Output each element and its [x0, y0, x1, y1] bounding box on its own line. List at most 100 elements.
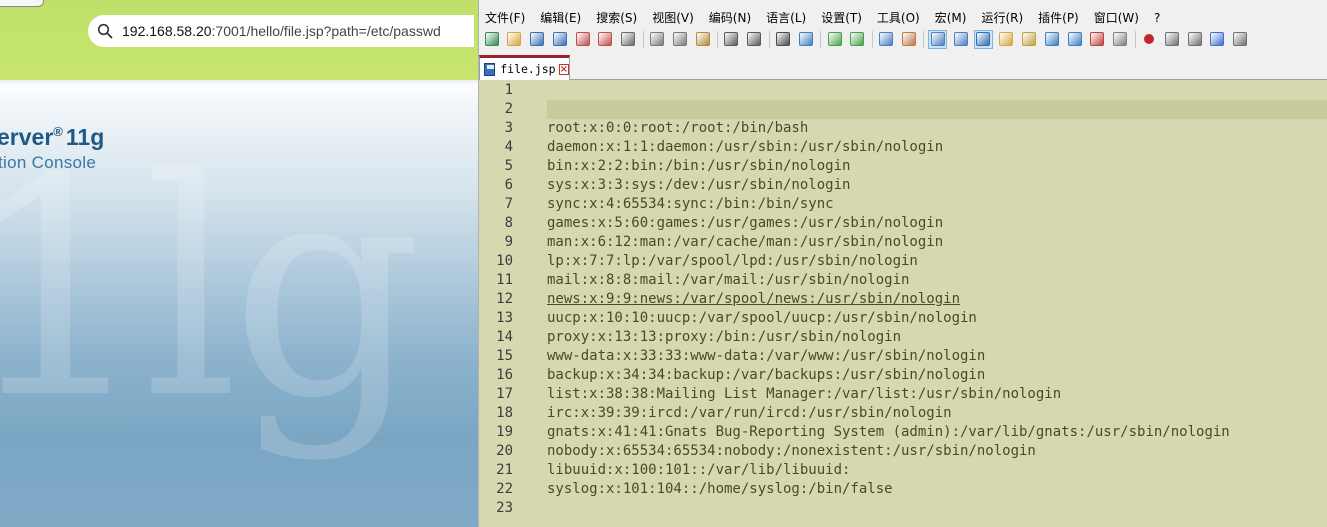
- sync-vertical-icon[interactable]: [877, 30, 896, 49]
- editor-line: 21 libuuid:x:100:101::/var/lib/libuuid:: [479, 461, 1327, 480]
- address-text: 192.168.58.20:7001/hello/file.jsp?path=/…: [122, 23, 441, 39]
- run-macro-multiple-icon-glyph: [1210, 32, 1225, 46]
- menu-item-6[interactable]: 设置(T): [821, 8, 862, 28]
- run-macro-multiple-icon[interactable]: [1208, 30, 1227, 49]
- line-number: 10: [496, 253, 513, 269]
- toolbar-separator: [820, 30, 822, 48]
- line-text[interactable]: irc:x:39:39:ircd:/var/run/ircd:/usr/sbin…: [547, 404, 952, 423]
- line-number: 6: [504, 177, 513, 193]
- line-text[interactable]: man:x:6:12:man:/var/cache/man:/usr/sbin/…: [547, 233, 943, 252]
- sync-horizontal-icon[interactable]: [900, 30, 919, 49]
- line-text[interactable]: games:x:5:60:games:/usr/games:/usr/sbin/…: [547, 214, 943, 233]
- editor-line: 22 syslog:x:101:104::/home/syslog:/bin/fa…: [479, 480, 1327, 499]
- zoom-in-icon[interactable]: [825, 30, 844, 49]
- menu-item-1[interactable]: 编辑(E): [540, 8, 581, 28]
- line-text[interactable]: sys:x:3:3:sys:/dev:/usr/sbin/nologin: [547, 176, 850, 195]
- indent-guide-icon[interactable]: [973, 29, 993, 49]
- menu-item-7[interactable]: 工具(O): [877, 8, 920, 28]
- menu-item-2[interactable]: 搜索(S): [596, 8, 637, 28]
- monitoring-icon[interactable]: [1088, 30, 1107, 49]
- function-list-icon[interactable]: [1020, 30, 1039, 49]
- eye-icon[interactable]: [1111, 30, 1130, 49]
- line-text[interactable]: proxy:x:13:13:proxy:/bin:/usr/sbin/nolog…: [547, 328, 901, 347]
- product-title: erver® 11g: [0, 124, 104, 151]
- cut-icon-glyph: [650, 32, 665, 46]
- line-text[interactable]: libuuid:x:100:101::/var/lib/libuuid:: [547, 461, 850, 480]
- line-number: 1: [504, 82, 513, 98]
- play-macro-icon[interactable]: [1185, 30, 1204, 49]
- doc-map-icon[interactable]: [997, 30, 1016, 49]
- product-version: 11g: [65, 124, 105, 150]
- save-icon[interactable]: [528, 30, 547, 49]
- close-icon[interactable]: ×: [558, 63, 569, 75]
- new-file-icon[interactable]: [482, 30, 501, 49]
- line-number: 20: [496, 443, 513, 459]
- record-macro-icon[interactable]: [1140, 30, 1159, 49]
- menu-item-4[interactable]: 编码(N): [709, 8, 751, 28]
- menu-item-9[interactable]: 运行(R): [981, 8, 1023, 28]
- paste-icon-glyph: [695, 32, 710, 46]
- open-file-icon[interactable]: [505, 30, 524, 49]
- editor-line: 5 bin:x:2:2:bin:/bin:/usr/sbin/nologin: [479, 157, 1327, 176]
- browser-tab[interactable]: [0, 0, 44, 7]
- saved-state-icon: [484, 62, 496, 76]
- menu-item-8[interactable]: 宏(M): [935, 8, 967, 28]
- line-number: 18: [496, 405, 513, 421]
- line-number: 16: [496, 367, 513, 383]
- cut-icon[interactable]: [648, 30, 667, 49]
- search-icon: [97, 23, 113, 39]
- undo-icon[interactable]: [722, 30, 741, 49]
- menu-item-3[interactable]: 视图(V): [652, 8, 694, 28]
- line-number: 4: [504, 139, 513, 155]
- menu-item-5[interactable]: 语言(L): [766, 8, 806, 28]
- line-text[interactable]: uucp:x:10:10:uucp:/var/spool/uucp:/usr/s…: [547, 309, 977, 328]
- save-macro-icon[interactable]: [1231, 30, 1250, 49]
- editor[interactable]: 1 2 3 root:x:0:0:root:/root:/bin/bash 4 daemo…: [479, 80, 1327, 527]
- menu-item-0[interactable]: 文件(F): [485, 8, 525, 28]
- word-wrap-icon[interactable]: [928, 29, 948, 49]
- line-number: 22: [496, 481, 513, 497]
- line-text[interactable]: www-data:x:33:33:www-data:/var/www:/usr/…: [547, 347, 985, 366]
- line-text[interactable]: sync:x:4:65534:sync:/bin:/bin/sync: [547, 195, 834, 214]
- registered-mark: ®: [53, 124, 63, 139]
- line-text[interactable]: nobody:x:65534:65534:nobody:/nonexistent…: [547, 442, 1036, 461]
- line-text[interactable]: list:x:38:38:Mailing List Manager:/var/l…: [547, 385, 1061, 404]
- line-text[interactable]: news:x:9:9:news:/var/spool/news:/usr/sbi…: [547, 290, 960, 309]
- line-text[interactable]: backup:x:34:34:backup:/var/backups:/usr/…: [547, 366, 985, 385]
- toolbar: [482, 28, 1254, 50]
- line-text[interactable]: gnats:x:41:41:Gnats Bug-Reporting System…: [547, 423, 1230, 442]
- save-all-icon[interactable]: [550, 30, 569, 49]
- print-icon[interactable]: [619, 30, 638, 49]
- close-all-icon[interactable]: [596, 30, 615, 49]
- editor-line: 23: [479, 499, 1327, 518]
- tab-file-jsp[interactable]: file.jsp ×: [479, 55, 570, 80]
- copy-icon[interactable]: [670, 30, 689, 49]
- close-icon[interactable]: [573, 30, 592, 49]
- line-text[interactable]: bin:x:2:2:bin:/bin:/usr/sbin/nologin: [547, 157, 850, 176]
- toolbar-separator: [871, 30, 873, 48]
- menu-item-10[interactable]: 插件(P): [1038, 8, 1079, 28]
- toolbar-separator: [768, 30, 770, 48]
- stop-macro-icon[interactable]: [1162, 30, 1181, 49]
- show-all-chars-icon[interactable]: [951, 30, 970, 49]
- find-icon[interactable]: [774, 30, 793, 49]
- zoom-out-icon[interactable]: [848, 30, 867, 49]
- line-text[interactable]: syslog:x:101:104::/home/syslog:/bin/fals…: [547, 480, 893, 499]
- line-text[interactable]: root:x:0:0:root:/root:/bin/bash: [547, 119, 808, 138]
- address-bar[interactable]: 192.168.58.20:7001/hello/file.jsp?path=/…: [88, 15, 474, 47]
- line-text[interactable]: daemon:x:1:1:daemon:/usr/sbin:/usr/sbin/…: [547, 138, 943, 157]
- doc-list-icon[interactable]: [1065, 30, 1084, 49]
- page-top-strip: [0, 80, 478, 86]
- menu-item-11[interactable]: 窗口(W): [1094, 8, 1139, 28]
- line-text[interactable]: mail:x:8:8:mail:/var/mail:/usr/sbin/nolo…: [547, 271, 909, 290]
- folder-workspace-icon[interactable]: [1042, 30, 1061, 49]
- menu-bar: 文件(F) 编辑(E) 搜索(S) 视图(V) 编码(N) 语言(L) 设置(T) 工具(O)…: [479, 8, 1175, 28]
- tab-bar: file.jsp ×: [479, 52, 1327, 80]
- replace-icon[interactable]: [796, 30, 815, 49]
- redo-icon[interactable]: [745, 30, 764, 49]
- paste-icon[interactable]: [693, 30, 712, 49]
- editor-line: 9 man:x:6:12:man:/var/cache/man:/usr/sbin…: [479, 233, 1327, 252]
- tab-label: file.jsp: [500, 62, 556, 76]
- menu-item-12[interactable]: ?: [1154, 8, 1160, 28]
- line-text[interactable]: lp:x:7:7:lp:/var/spool/lpd:/usr/sbin/nol…: [547, 252, 918, 271]
